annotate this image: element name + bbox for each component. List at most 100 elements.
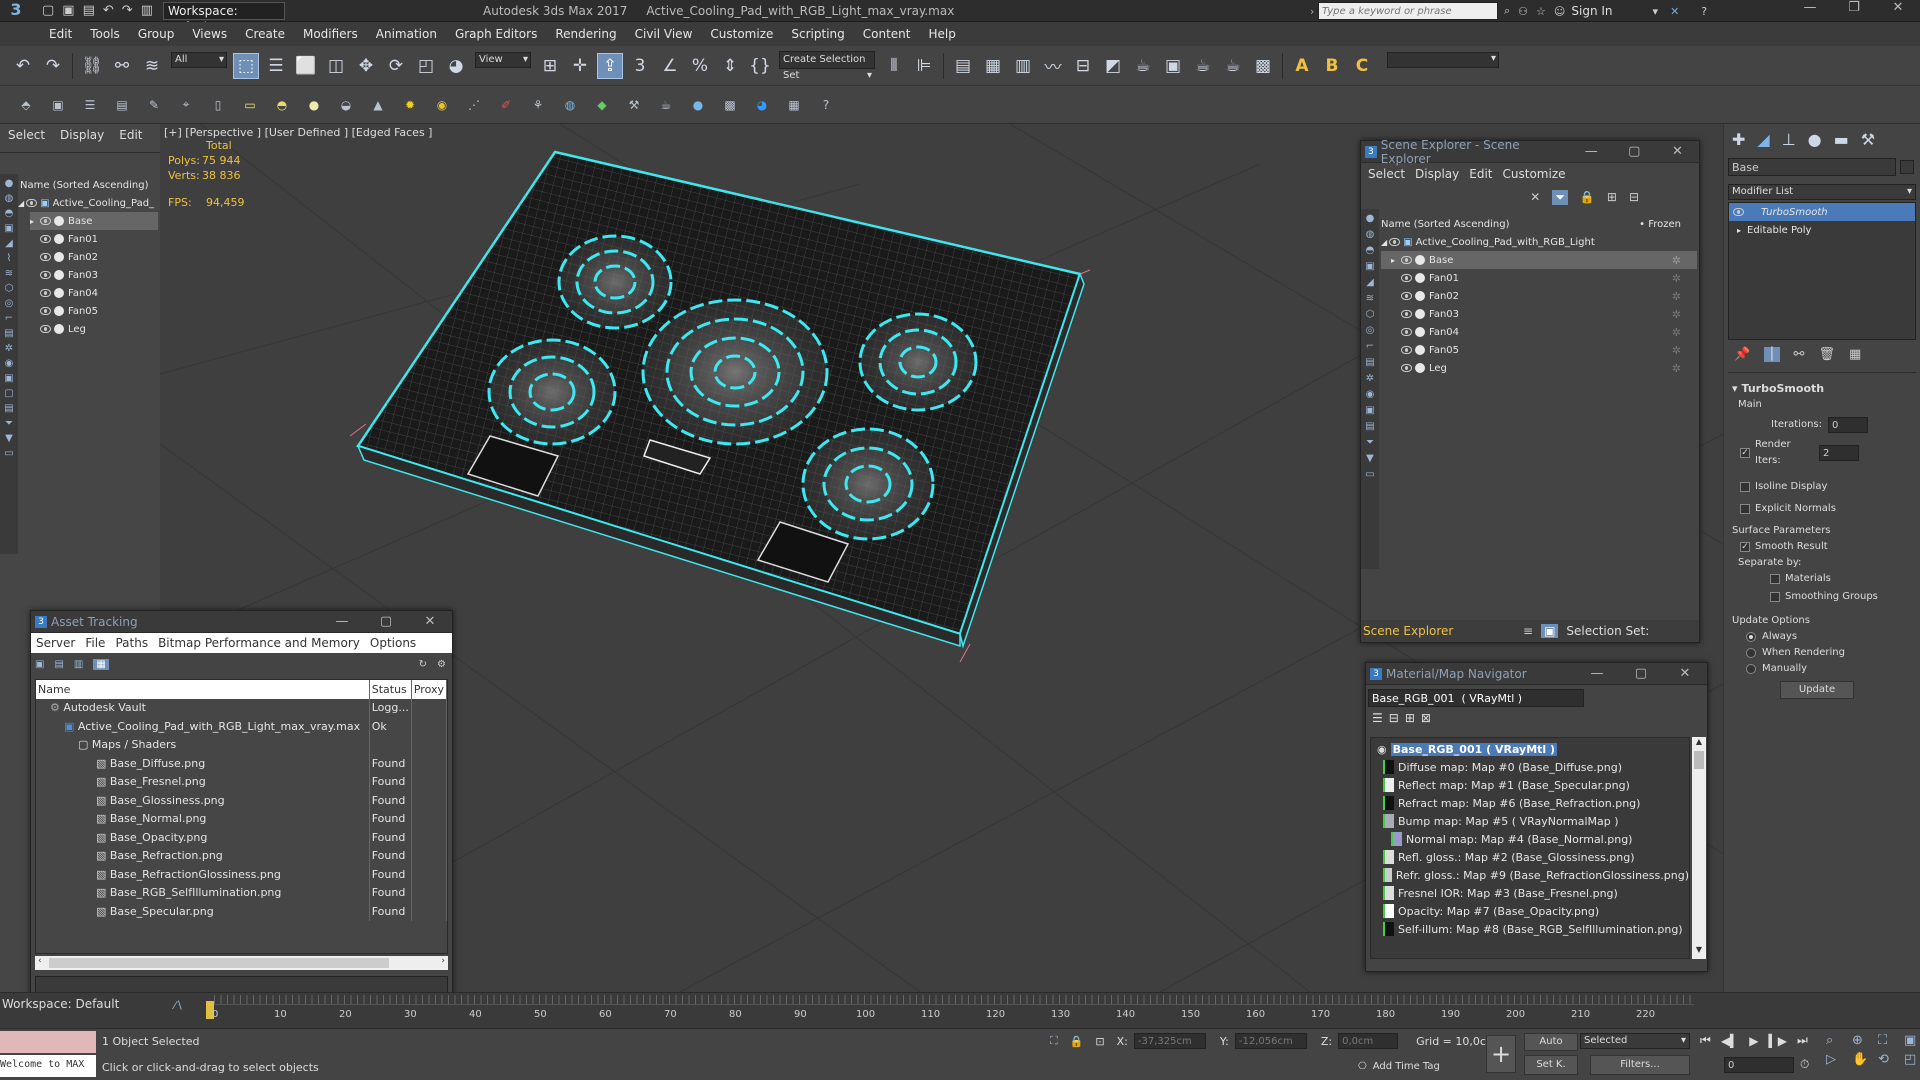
scene-search-input[interactable]: [1363, 189, 1513, 205]
sign-in-link[interactable]: Sign In: [1571, 4, 1612, 18]
table-row[interactable]: ▢ Maps / Shaders: [36, 735, 447, 754]
close-icon[interactable]: ✕: [408, 614, 452, 629]
selection-set-icon[interactable]: ▣: [1541, 624, 1559, 638]
close-icon[interactable]: ✕: [1663, 666, 1707, 681]
expand-arrow-icon[interactable]: ▸: [1391, 256, 1399, 265]
field-of-view-icon[interactable]: ▷: [1826, 1052, 1848, 1067]
menu-modifiers[interactable]: Modifiers: [294, 22, 367, 46]
scene-column-header[interactable]: Name (Sorted Ascending) • Frozen: [1381, 215, 1697, 233]
y-coordinate-field[interactable]: [1234, 1033, 1307, 1049]
pen-icon[interactable]: ✐: [496, 95, 516, 115]
scene-explorer-titlebar[interactable]: 3 Scene Explorer - Scene Explorer — ▢ ✕: [1361, 138, 1699, 166]
freeze-icon[interactable]: ✲: [1672, 326, 1681, 339]
user-icon[interactable]: ☺: [1554, 5, 1565, 18]
table-row[interactable]: ▧ Base_Glossiness.png Found: [36, 791, 447, 810]
map-item[interactable]: Fresnel IOR: Map #3 (Base_Fresnel.png): [1371, 884, 1689, 902]
next-frame-icon[interactable]: ▍▶: [1769, 1034, 1787, 1048]
open-file-icon[interactable]: ▣: [62, 3, 74, 18]
cone-icon[interactable]: ◓: [272, 95, 292, 115]
tool-icon[interactable]: ⚒: [624, 95, 644, 115]
scroll-right-icon[interactable]: ›: [441, 956, 445, 966]
z-coordinate-field[interactable]: [1338, 1033, 1399, 1049]
sun-icon[interactable]: ◉: [432, 95, 452, 115]
display-bones-icon[interactable]: ⌐: [5, 313, 13, 324]
visibility-eye-icon[interactable]: [1401, 346, 1412, 354]
display-lights-icon[interactable]: ◓: [1366, 245, 1375, 256]
layers-icon[interactable]: ▤: [112, 95, 132, 115]
display-shapes-icon[interactable]: ◍: [1366, 229, 1375, 240]
hierarchy-icon[interactable]: ⊞: [1607, 190, 1617, 204]
show-end-result-icon[interactable]: ⏐: [1764, 346, 1780, 362]
scroll-up-icon[interactable]: ▲: [1692, 737, 1706, 751]
asset-menu-options[interactable]: Options: [365, 633, 421, 653]
zoom-icon[interactable]: ⌕: [1826, 1033, 1848, 1048]
selection-filter-dropdown[interactable]: All ▾: [171, 51, 227, 68]
visibility-eye-icon[interactable]: [1401, 364, 1412, 372]
star-icon[interactable]: ☆: [1536, 5, 1546, 18]
map-item[interactable]: Opacity: Map #7 (Base_Opacity.png): [1371, 902, 1689, 920]
render-small-icon[interactable]: ▦: [784, 95, 804, 115]
table-row[interactable]: ▧ Base_Opacity.png Found: [36, 828, 447, 847]
previous-frame-icon[interactable]: ◀▍: [1721, 1034, 1739, 1048]
freeze-icon[interactable]: ✲: [1672, 290, 1681, 303]
funnel-icon[interactable]: ▼: [1366, 453, 1374, 464]
orbit-icon[interactable]: ⟲: [1878, 1052, 1900, 1067]
maximize-icon[interactable]: ▢: [1619, 666, 1663, 681]
render-iters-checkbox[interactable]: ✓: [1740, 448, 1750, 458]
minimize-icon[interactable]: —: [1788, 0, 1832, 15]
visibility-eye-icon[interactable]: [40, 253, 51, 261]
tree-icon[interactable]: ⊟: [1629, 190, 1639, 204]
left-menu-edit[interactable]: Edit: [119, 128, 142, 142]
asset-menu-paths[interactable]: Paths: [110, 633, 153, 653]
display-all-icon[interactable]: ▣: [1365, 405, 1374, 416]
key-filter-dropdown[interactable]: Selected ▾: [1580, 1033, 1690, 1049]
display-containers-icon[interactable]: ▤: [1365, 357, 1374, 368]
small-icons-icon[interactable]: ⊞: [1405, 711, 1415, 725]
menu-views[interactable]: Views: [183, 22, 236, 46]
visibility-eye-icon[interactable]: [40, 325, 51, 333]
rendered-frame-window-icon[interactable]: ▣: [1160, 53, 1186, 79]
asset-horizontal-scrollbar[interactable]: ‹ ›: [35, 956, 448, 970]
expand-arrow-icon[interactable]: ▸: [30, 217, 38, 226]
table-row[interactable]: ▧ Base_Diffuse.png Found: [36, 754, 447, 773]
auto-key-button[interactable]: Auto: [1524, 1033, 1578, 1051]
box-icon[interactable]: ▯: [208, 95, 228, 115]
table-row[interactable]: ⚙ Autodesk Vault Logg...: [36, 698, 447, 717]
scene-menu-customize[interactable]: Customize: [1498, 164, 1571, 184]
absolute-mode-icon[interactable]: ⊡: [1095, 1035, 1104, 1048]
modifier-list-dropdown[interactable]: Modifier List ▾: [1728, 184, 1916, 200]
map-item[interactable]: Refl. gloss.: Map #2 (Base_Glossiness.pn…: [1371, 848, 1689, 866]
select-object-icon[interactable]: ⬚: [233, 52, 259, 79]
display-groups-icon[interactable]: ⬡: [1366, 309, 1375, 320]
ref-coord-dropdown[interactable]: View ▾: [475, 51, 531, 68]
table-row[interactable]: ▧ Base_RGB_SelfIllumination.png Found: [36, 883, 447, 902]
menu-help[interactable]: Help: [920, 22, 965, 46]
left-menu-select[interactable]: Select: [8, 128, 45, 142]
minimize-icon[interactable]: —: [320, 614, 364, 629]
help-small-icon[interactable]: ?: [816, 95, 836, 115]
redo-icon[interactable]: ↷: [122, 3, 133, 18]
list-view-icon[interactable]: ☰: [1372, 711, 1383, 725]
display-hidden-icon[interactable]: ◉: [5, 358, 14, 369]
text-tool-a-icon[interactable]: A: [1289, 53, 1315, 79]
expand-arrow-icon[interactable]: ◢: [1381, 238, 1387, 247]
menu-edit[interactable]: Edit: [40, 22, 81, 46]
toolbar-empty-dropdown[interactable]: ▾: [1387, 51, 1499, 68]
menu-customize[interactable]: Customize: [701, 22, 782, 46]
frozen-column-header[interactable]: • Frozen: [1639, 219, 1681, 230]
go-to-start-icon[interactable]: ⏮: [1700, 1033, 1711, 1048]
zoom-extents-all-icon[interactable]: ▣: [1904, 1033, 1920, 1048]
mirror-icon[interactable]: ⫴: [881, 53, 907, 79]
maxscript-output[interactable]: Welcome to MAX: [0, 1055, 96, 1077]
smoothing-groups-checkbox[interactable]: [1770, 592, 1780, 602]
sync-icon[interactable]: ▭: [1365, 469, 1374, 480]
set-key-big-icon[interactable]: +: [1486, 1035, 1516, 1073]
scroll-left-icon[interactable]: ‹: [38, 956, 42, 966]
snaps-toggle-icon[interactable]: 3: [627, 53, 653, 79]
visibility-eye-icon[interactable]: [40, 307, 51, 315]
zoom-extents-icon[interactable]: ⛶: [1878, 1033, 1900, 1048]
scroll-down-icon[interactable]: ▼: [1692, 945, 1706, 959]
clear-search-icon[interactable]: ✕: [1530, 190, 1540, 204]
create-tab-icon[interactable]: ✚: [1732, 130, 1745, 149]
render-production-icon[interactable]: ☕: [1190, 53, 1216, 79]
